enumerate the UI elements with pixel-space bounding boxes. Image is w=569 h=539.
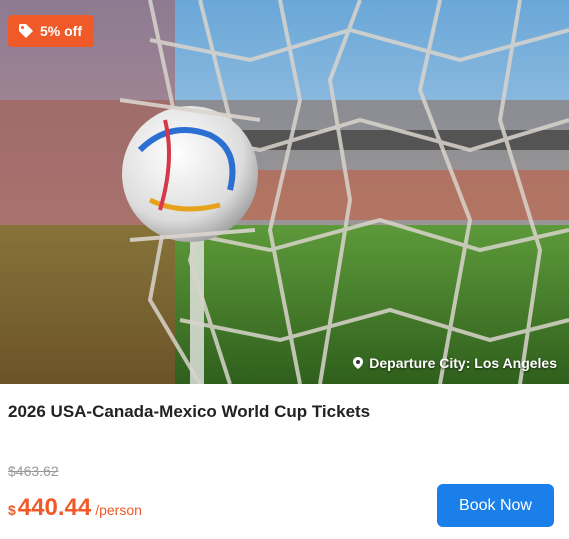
- book-now-button[interactable]: Book Now: [437, 484, 554, 527]
- product-card[interactable]: 5% off Departure City: Los Angeles 2026 …: [0, 0, 569, 539]
- price-unit: /person: [95, 502, 142, 518]
- discount-badge: 5% off: [8, 15, 94, 47]
- currency-symbol: $: [8, 502, 16, 518]
- map-pin-icon: [351, 356, 365, 370]
- product-image[interactable]: 5% off Departure City: Los Angeles: [0, 0, 569, 384]
- price-amount: 440.44: [17, 494, 92, 521]
- soccer-goal-photo: [0, 0, 569, 384]
- current-price: $ 440.44 /person: [8, 494, 142, 522]
- original-price: $463.62: [8, 463, 59, 479]
- departure-text: Departure City: Los Angeles: [369, 355, 557, 371]
- discount-label: 5% off: [40, 23, 82, 39]
- product-title[interactable]: 2026 USA-Canada-Mexico World Cup Tickets: [8, 402, 370, 422]
- departure-city: Departure City: Los Angeles: [351, 355, 557, 371]
- tag-icon: [18, 23, 34, 39]
